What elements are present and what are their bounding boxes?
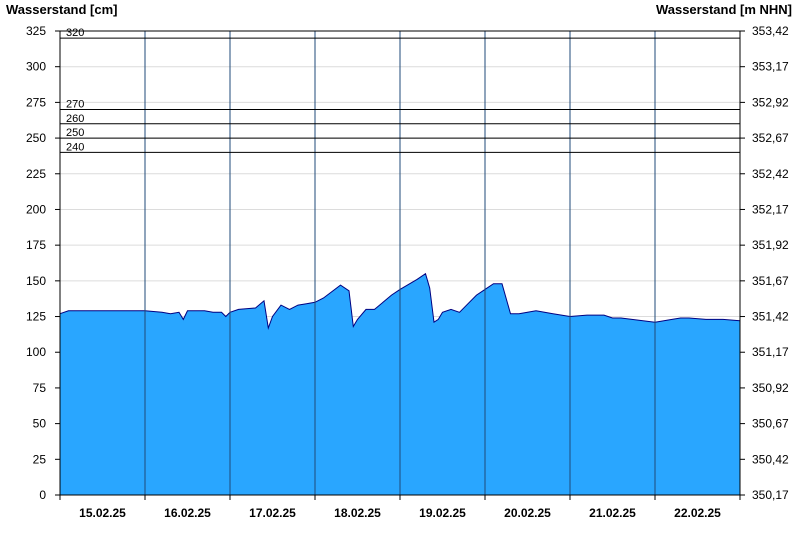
x-tick-label: 20.02.25 bbox=[504, 506, 551, 520]
right-tick-label: 351,92 bbox=[752, 238, 789, 252]
threshold-label-240: 240 bbox=[66, 141, 84, 153]
right-tick-label: 350,17 bbox=[752, 488, 789, 502]
right-tick-label: 353,42 bbox=[752, 24, 789, 38]
threshold-label-250: 250 bbox=[66, 127, 84, 139]
threshold-label-320: 320 bbox=[66, 27, 84, 39]
left-tick-label: 175 bbox=[26, 238, 46, 252]
x-tick-label: 17.02.25 bbox=[249, 506, 296, 520]
left-tick-label: 150 bbox=[26, 274, 46, 288]
left-tick-label: 225 bbox=[26, 167, 46, 181]
right-tick-label: 352,17 bbox=[752, 202, 789, 216]
right-tick-label: 352,67 bbox=[752, 131, 789, 145]
left-tick-label: 200 bbox=[26, 202, 46, 216]
threshold-label-270: 270 bbox=[66, 99, 84, 111]
right-tick-label: 350,92 bbox=[752, 381, 789, 395]
left-tick-label: 325 bbox=[26, 24, 46, 38]
x-tick-label: 19.02.25 bbox=[419, 506, 466, 520]
left-tick-label: 50 bbox=[33, 417, 47, 431]
right-tick-label: 352,42 bbox=[752, 167, 789, 181]
x-tick-label: 15.02.25 bbox=[79, 506, 126, 520]
x-tick-label: 21.02.25 bbox=[589, 506, 636, 520]
left-tick-label: 300 bbox=[26, 60, 46, 74]
x-tick-label: 16.02.25 bbox=[164, 506, 211, 520]
left-tick-label: 100 bbox=[26, 345, 46, 359]
right-tick-label: 351,17 bbox=[752, 345, 789, 359]
left-tick-label: 0 bbox=[39, 488, 46, 502]
threshold-label-260: 260 bbox=[66, 113, 84, 125]
left-axis-title: Wasserstand [cm] bbox=[6, 2, 118, 17]
x-tick-label: 22.02.25 bbox=[674, 506, 721, 520]
left-tick-label: 250 bbox=[26, 131, 46, 145]
water-level-chart: Wasserstand [cm] Wasserstand [m NHN] 320… bbox=[0, 0, 800, 550]
right-tick-label: 352,92 bbox=[752, 95, 789, 109]
right-tick-label: 350,67 bbox=[752, 417, 789, 431]
right-tick-label: 351,42 bbox=[752, 310, 789, 324]
left-tick-label: 75 bbox=[33, 381, 47, 395]
right-axis-title: Wasserstand [m NHN] bbox=[656, 2, 792, 17]
x-tick-label: 18.02.25 bbox=[334, 506, 381, 520]
right-tick-label: 353,17 bbox=[752, 60, 789, 74]
left-tick-label: 125 bbox=[26, 310, 46, 324]
right-tick-label: 351,67 bbox=[752, 274, 789, 288]
left-tick-label: 275 bbox=[26, 95, 46, 109]
right-tick-label: 350,42 bbox=[752, 452, 789, 466]
left-tick-label: 25 bbox=[33, 452, 47, 466]
